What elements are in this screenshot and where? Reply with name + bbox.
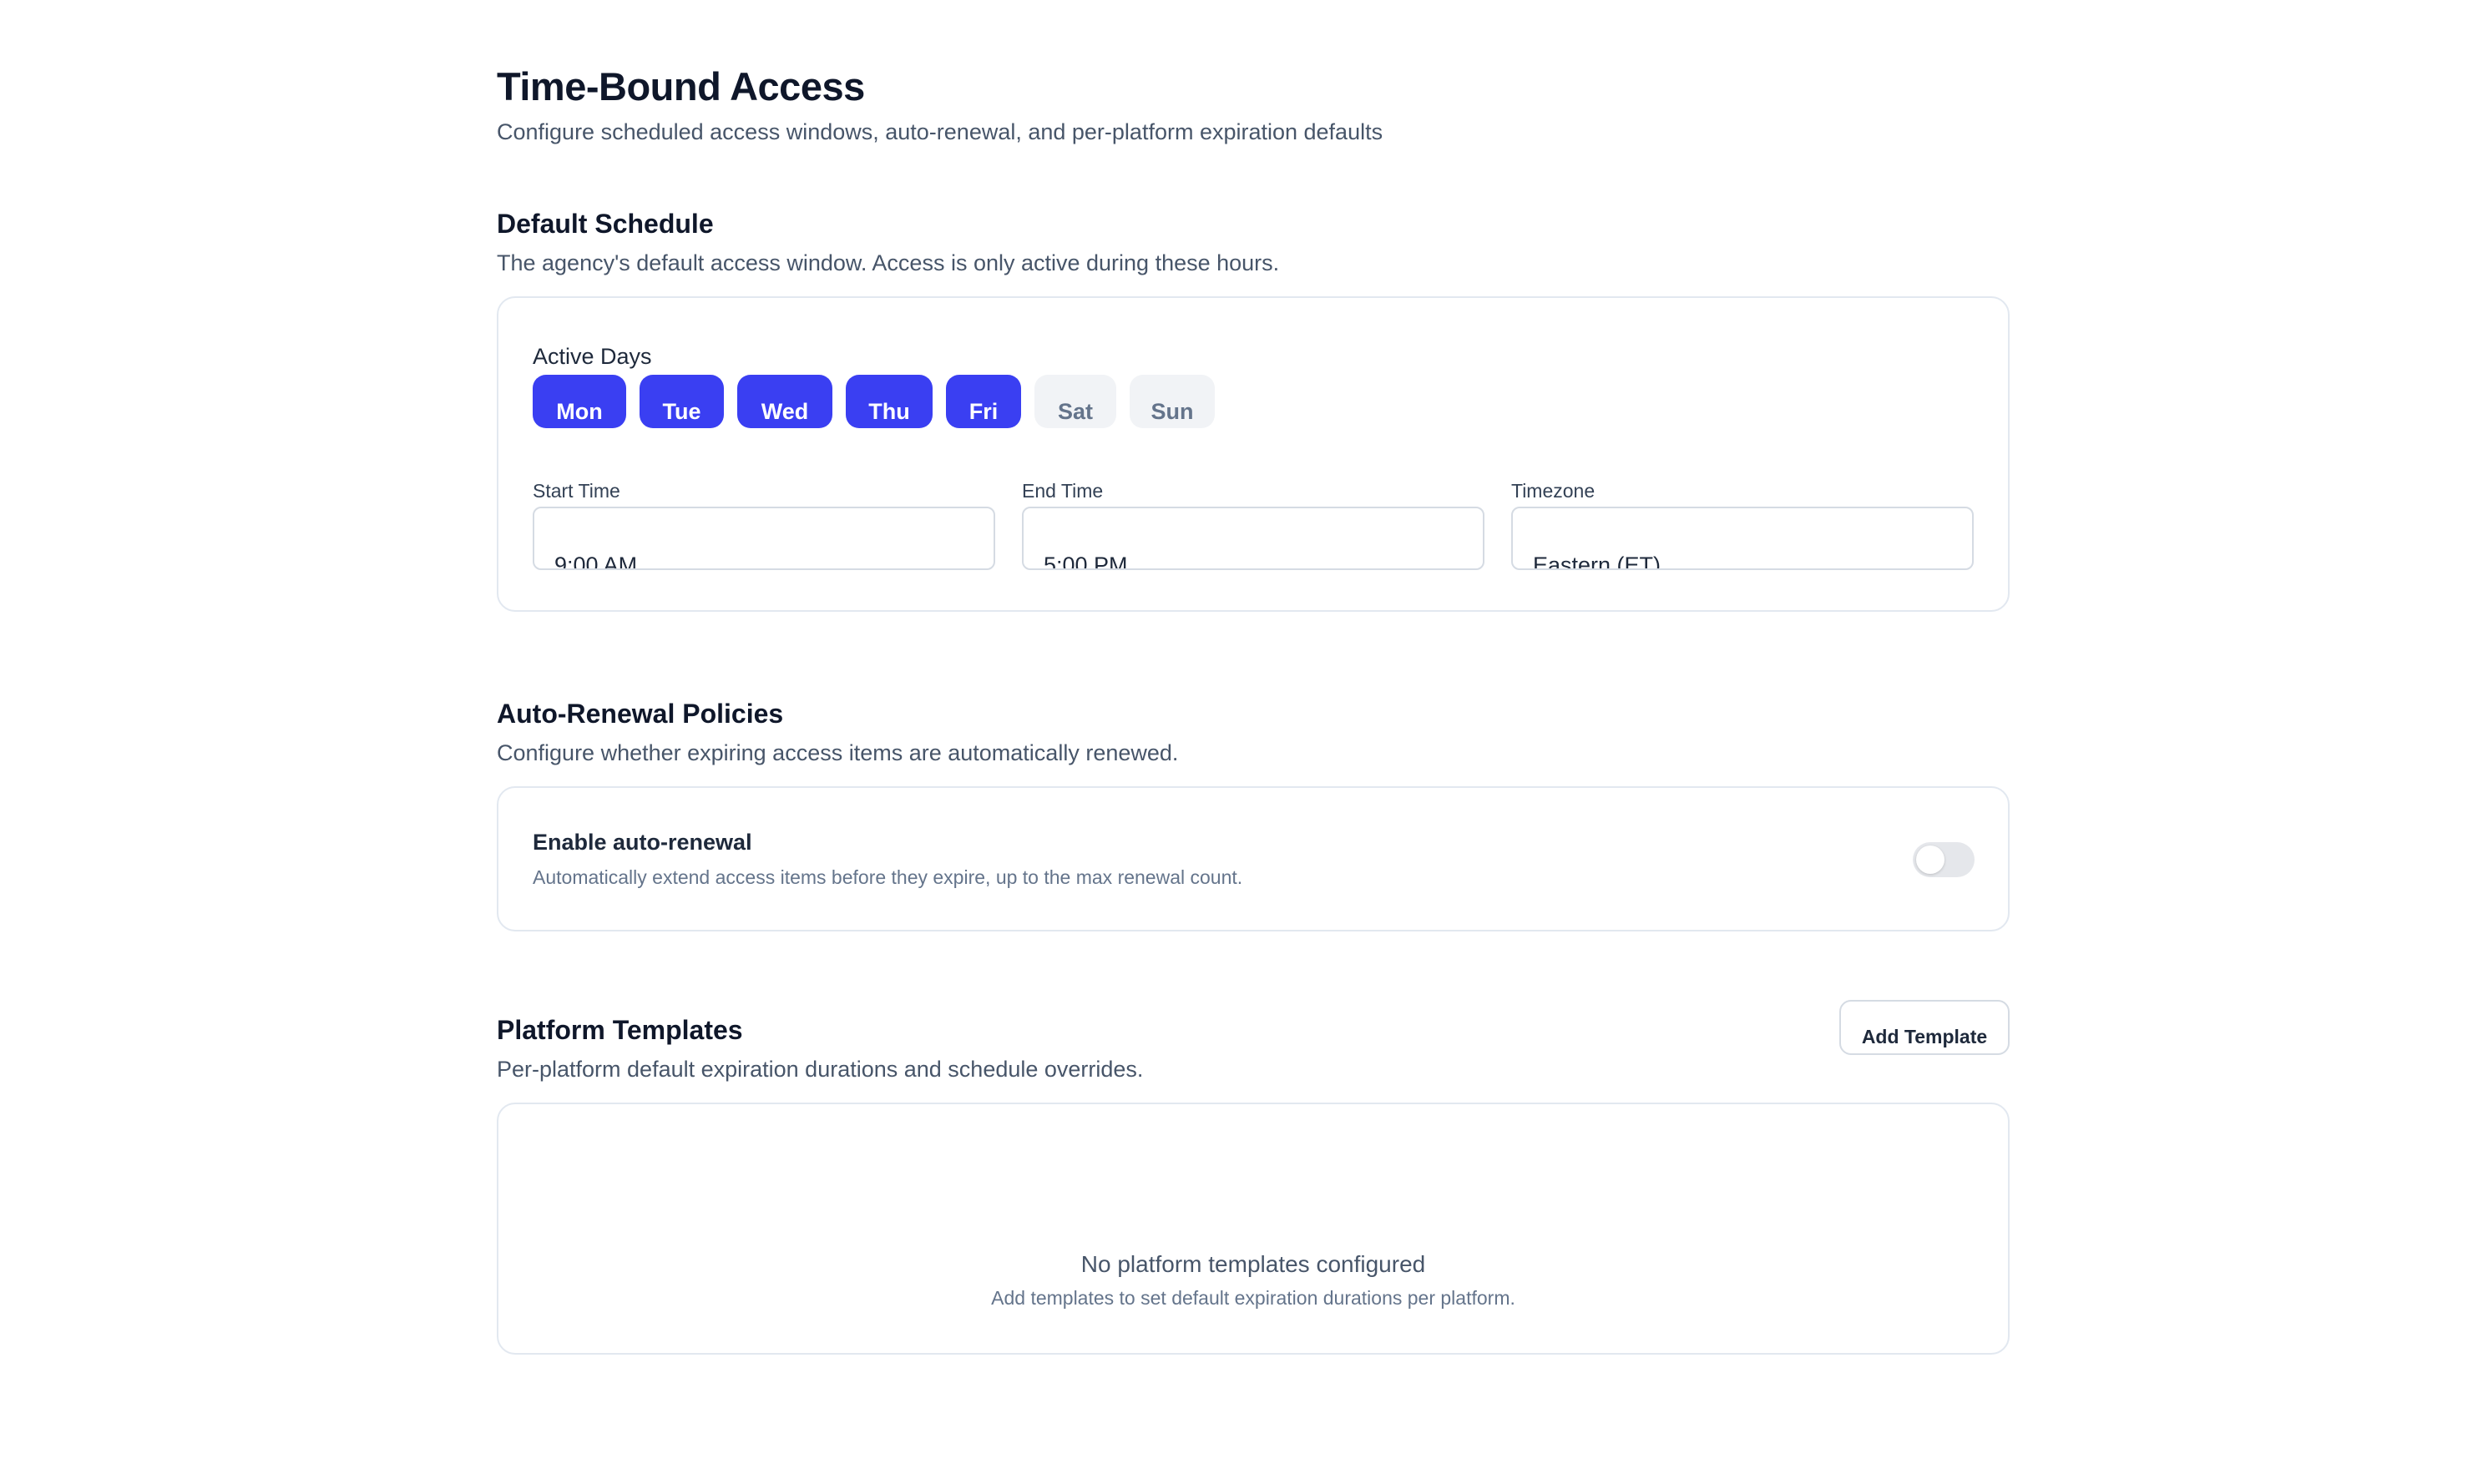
add-template-button[interactable]: Add Template bbox=[1839, 1000, 2010, 1055]
timezone-field: Timezone Eastern (ET) bbox=[1511, 478, 1974, 570]
active-days-label: Active Days bbox=[533, 344, 652, 369]
auto-renewal-card: Enable auto-renewal Automatically extend… bbox=[497, 786, 2010, 931]
day-toggle-sun[interactable]: Sun bbox=[1130, 375, 1215, 428]
auto-renewal-toggle[interactable] bbox=[1913, 842, 1975, 877]
section-desc-default-schedule: The agency's default access window. Acce… bbox=[497, 250, 1280, 275]
start-time-field: Start Time 9:00 AM bbox=[533, 478, 995, 570]
section-title-platform-templates: Platform Templates bbox=[497, 1015, 743, 1045]
start-time-value: 9:00 AM bbox=[554, 553, 638, 570]
platform-templates-card: No platform templates configured Add tem… bbox=[497, 1103, 2010, 1355]
day-toggle-thu[interactable]: Thu bbox=[846, 375, 933, 428]
active-days-group: Mon Tue Wed Thu Fri Sat Sun bbox=[533, 375, 1975, 428]
end-time-label: End Time bbox=[1022, 480, 1104, 502]
timezone-select[interactable]: Eastern (ET) bbox=[1511, 507, 1974, 570]
section-desc-auto-renewal: Configure whether expiring access items … bbox=[497, 740, 1179, 765]
page-subtitle: Configure scheduled access windows, auto… bbox=[497, 119, 1383, 144]
auto-renewal-text: Enable auto-renewal Automatically extend… bbox=[533, 826, 1242, 891]
section-title-auto-renewal: Auto-Renewal Policies bbox=[497, 699, 784, 729]
default-schedule-card: Active Days Mon Tue Wed Thu Fri Sat Sun … bbox=[497, 296, 2010, 612]
empty-state-title: No platform templates configured bbox=[1080, 1251, 1426, 1277]
start-time-select[interactable]: 9:00 AM bbox=[533, 507, 995, 570]
day-toggle-tue[interactable]: Tue bbox=[640, 375, 724, 428]
end-time-value: 5:00 PM bbox=[1044, 553, 1128, 570]
auto-renewal-section: Auto-Renewal Policies Configure whether … bbox=[497, 695, 2010, 931]
end-time-select[interactable]: 5:00 PM bbox=[1022, 507, 1484, 570]
schedule-time-row: Start Time 9:00 AM End Time 5:00 PM Time… bbox=[533, 478, 1975, 570]
empty-state-description: Add templates to set default expiration … bbox=[991, 1287, 1515, 1309]
day-toggle-mon[interactable]: Mon bbox=[533, 375, 626, 428]
end-time-field: End Time 5:00 PM bbox=[1022, 478, 1484, 570]
day-toggle-wed[interactable]: Wed bbox=[737, 375, 832, 428]
toggle-knob bbox=[1916, 845, 1944, 874]
day-toggle-sat[interactable]: Sat bbox=[1034, 375, 1116, 428]
main-content: Time-Bound Access Configure scheduled ac… bbox=[497, 58, 2010, 1355]
day-toggle-fri[interactable]: Fri bbox=[946, 375, 1021, 428]
start-time-label: Start Time bbox=[533, 480, 620, 502]
default-schedule-section: Default Schedule The agency's default ac… bbox=[497, 205, 2010, 612]
timezone-value: Eastern (ET) bbox=[1533, 553, 1661, 570]
auto-renewal-toggle-label: Enable auto-renewal bbox=[533, 830, 752, 855]
page: Time-Bound Access Configure scheduled ac… bbox=[0, 0, 2478, 1484]
section-title-default-schedule: Default Schedule bbox=[497, 209, 714, 239]
auto-renewal-toggle-description: Automatically extend access items before… bbox=[533, 866, 1243, 888]
page-title: Time-Bound Access bbox=[497, 64, 865, 109]
platform-templates-section: Platform Templates Per-platform default … bbox=[497, 1000, 2010, 1355]
section-desc-platform-templates: Per-platform default expiration duration… bbox=[497, 1057, 1144, 1082]
timezone-label: Timezone bbox=[1511, 480, 1596, 502]
